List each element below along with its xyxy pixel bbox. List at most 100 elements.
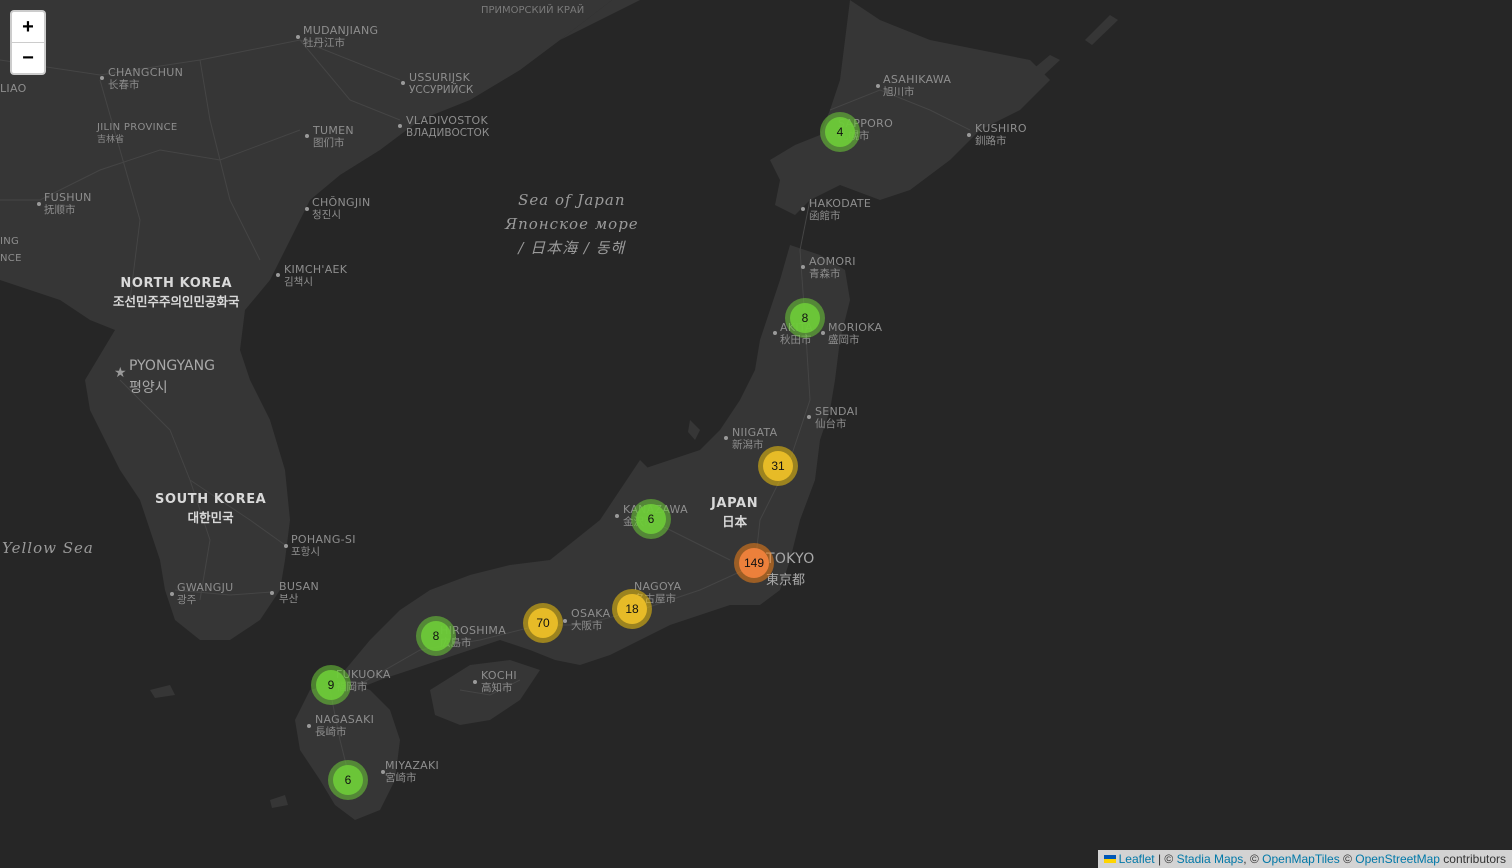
city-label-ing: ING NCE — [0, 236, 22, 264]
city-label-tumen: TUMEN 图们市 — [313, 124, 354, 149]
cluster-count: 18 — [617, 594, 647, 624]
marker-cluster-sendai[interactable]: 31 — [758, 446, 798, 486]
city-label-jilin: JILIN PROVINCE 吉林省 — [97, 122, 178, 145]
city-label-busan: BUSAN 부산 — [279, 580, 320, 605]
country-south-korea: SOUTH KOREA 대한민국 — [155, 492, 266, 526]
city-dot — [307, 724, 311, 728]
city-label-nagasaki: NAGASAKI 長崎市 — [315, 713, 375, 738]
city-dot — [401, 81, 405, 85]
city-label-ussuriysk: USSURIJSK УССУРИЙСК — [409, 71, 474, 96]
primorsky-label: ПРИМОРСКИЙ КРАЙ — [481, 5, 585, 16]
country-name: NORTH KOREA — [120, 276, 233, 291]
stadia-maps-link[interactable]: Stadia Maps — [1177, 852, 1244, 866]
zoom-in-button[interactable]: + — [12, 12, 44, 43]
leaflet-link[interactable]: Leaflet — [1119, 852, 1155, 866]
openmaptiles-link[interactable]: OpenMapTiles — [1262, 852, 1340, 866]
sea-of-japan-line1: Sea of Japan — [518, 191, 626, 209]
capital-local-name: 평양시 — [129, 380, 168, 396]
capital-name: PYONGYANG — [129, 358, 215, 374]
city-dot — [276, 273, 280, 277]
marker-cluster-nagoya[interactable]: 18 — [612, 589, 652, 629]
city-dot — [563, 619, 567, 623]
city-dot — [724, 436, 728, 440]
city-dot — [100, 76, 104, 80]
cluster-count: 9 — [316, 670, 346, 700]
country-japan: JAPAN 日本 — [711, 496, 758, 530]
zoom-out-button[interactable]: − — [12, 43, 44, 73]
city-label-aomori: AOMORI 青森市 — [809, 255, 856, 280]
attribution-separator: , © — [1243, 852, 1263, 866]
marker-cluster-kanazawa[interactable]: 6 — [631, 499, 671, 539]
city-dot — [305, 207, 309, 211]
cluster-count: 6 — [636, 504, 666, 534]
city-label-vladivostok: VLADIVOSTOK ВЛАДИВОСТОК — [406, 114, 490, 139]
attribution-bar: Leaflet | © Stadia Maps, © OpenMapTiles … — [1097, 850, 1512, 868]
city-dot — [37, 202, 41, 206]
city-label-kushiro: KUSHIRO 釧路市 — [975, 122, 1027, 147]
city-label-morioka: MORIOKA 盛岡市 — [828, 321, 883, 346]
city-label-liao: LIAO — [0, 82, 27, 95]
marker-cluster-miyazaki[interactable]: 6 — [328, 760, 368, 800]
cluster-count: 31 — [763, 451, 793, 481]
cluster-count: 8 — [421, 621, 451, 651]
city-label-tokyo: TOKYO 東京都 — [766, 551, 815, 588]
city-dot — [398, 124, 402, 128]
marker-cluster-hiroshima[interactable]: 8 — [416, 616, 456, 656]
cluster-count: 6 — [333, 765, 363, 795]
attribution-separator: | © — [1154, 852, 1177, 866]
sea-of-japan-line2: Японское море — [505, 215, 639, 233]
city-label-chongjin: CHŎNGJIN 청진시 — [312, 196, 371, 221]
cluster-count: 149 — [739, 548, 769, 578]
city-dot — [270, 591, 274, 595]
country-north-korea: NORTH KOREA 조선민주주의인민공화국 — [113, 276, 240, 310]
city-dot — [170, 592, 174, 596]
cluster-count: 8 — [790, 303, 820, 333]
sea-of-japan-label: Sea of Japan Японское море / 日本海 / 동해 — [505, 188, 639, 260]
city-label-fushun: FUSHUN 抚顺市 — [44, 191, 92, 216]
city-dot — [296, 35, 300, 39]
openstreetmap-link[interactable]: OpenStreetMap — [1355, 852, 1440, 866]
city-label-kimchaek: KIMCH'AEK 김책시 — [284, 263, 348, 288]
city-label-osaka: OSAKA 大阪市 — [571, 607, 611, 632]
city-label-mudanjiang: MUDANJIANG 牡丹江市 — [303, 24, 379, 49]
country-local-name: 조선민주주의인민공화국 — [113, 294, 240, 309]
marker-cluster-sapporo[interactable]: 4 — [820, 112, 860, 152]
capital-pyongyang: PYONGYANG 평양시 — [129, 355, 215, 399]
ukraine-flag-icon — [1103, 855, 1116, 863]
country-name: JAPAN — [711, 496, 759, 511]
city-label-sendai: SENDAI 仙台市 — [815, 405, 859, 430]
city-label-changchun: CHANGCHUN 长春市 — [108, 66, 184, 91]
city-label-miyazaki: MIYAZAKI 宮崎市 — [385, 759, 440, 784]
city-dot — [821, 331, 825, 335]
map-container[interactable]: Sea of Japan Японское море / 日本海 / 동해 Ye… — [0, 0, 1512, 868]
zoom-control: + − — [10, 10, 46, 75]
sea-of-japan-line3: / 日本海 / 동해 — [518, 239, 626, 257]
cluster-count: 70 — [528, 608, 558, 638]
marker-cluster-fukuoka[interactable]: 9 — [311, 665, 351, 705]
city-dot — [876, 84, 880, 88]
marker-cluster-akita[interactable]: 8 — [785, 298, 825, 338]
yellow-sea-label: Yellow Sea — [2, 539, 94, 557]
cluster-count: 4 — [825, 117, 855, 147]
country-name: SOUTH KOREA — [155, 492, 267, 507]
city-dot — [473, 680, 477, 684]
city-dot — [801, 207, 805, 211]
city-dot — [615, 514, 619, 518]
country-local-name: 대한민국 — [187, 510, 234, 525]
city-dot — [801, 265, 805, 269]
hokkaido-land — [770, 0, 1050, 215]
city-label-pohang: POHANG-SI 포항시 — [291, 533, 356, 558]
marker-cluster-tokyo[interactable]: 149 — [734, 543, 774, 583]
city-dot — [305, 134, 309, 138]
city-label-gwangju: GWANGJU 광주 — [177, 581, 234, 606]
city-label-kochi: KOCHI 高知市 — [481, 669, 517, 694]
city-dot — [773, 331, 777, 335]
city-dot — [284, 544, 288, 548]
attribution-suffix: contributors — [1439, 852, 1506, 866]
country-local-name: 日本 — [722, 514, 748, 529]
city-label-hakodate: HAKODATE 函館市 — [809, 197, 872, 222]
city-dot — [967, 133, 971, 137]
marker-cluster-osaka[interactable]: 70 — [523, 603, 563, 643]
attribution-separator: © — [1339, 852, 1356, 866]
star-icon: ★ — [114, 365, 127, 381]
